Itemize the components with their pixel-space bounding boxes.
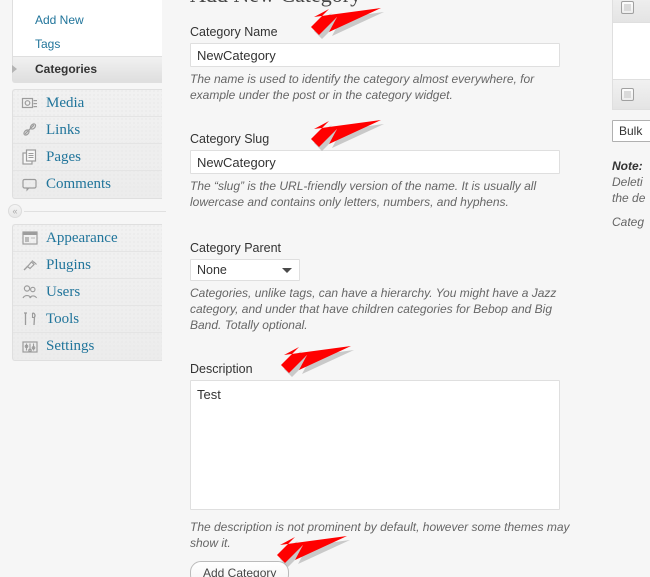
field-category-name: Category Name The name is used to identi… <box>190 24 572 103</box>
description-label: Description <box>190 362 253 376</box>
sidebar-item-settings[interactable]: Settings <box>13 333 162 360</box>
page-title: Add New Category <box>190 0 361 8</box>
note-line-1: Deleti <box>612 175 643 189</box>
posts-submenu: Edit Add New Tags Categories <box>12 0 162 83</box>
sidebar-subitem-categories[interactable]: Categories <box>12 56 162 82</box>
category-name-input[interactable] <box>190 43 560 67</box>
sidebar-item-plugins[interactable]: Plugins <box>13 252 162 279</box>
sidebar-item-label: Settings <box>46 338 95 354</box>
screen-root: Edit Add New Tags Categories <box>0 0 650 577</box>
admin-sidebar: Edit Add New Tags Categories <box>0 0 170 577</box>
field-description: Description Test The description is not … <box>190 361 572 551</box>
table-body <box>613 23 650 79</box>
categories-table <box>612 0 650 110</box>
settings-icon <box>21 338 39 356</box>
add-category-button[interactable]: Add Category <box>190 561 290 577</box>
sidebar-item-pages[interactable]: Pages <box>13 144 162 171</box>
category-name-label: Category Name <box>190 25 278 39</box>
sidebar-item-appearance[interactable]: Appearance <box>13 225 162 252</box>
sidebar-subitem-add-new[interactable]: Add New <box>13 8 162 32</box>
appearance-icon <box>21 229 39 247</box>
category-parent-select-wrap: None <box>190 259 300 281</box>
sidebar-subitem-tags[interactable]: Tags <box>13 32 162 56</box>
submit-row: Add Category <box>190 561 290 577</box>
category-slug-help: The “slug” is the URL-friendly version o… <box>190 179 537 209</box>
category-slug-input[interactable] <box>190 150 560 174</box>
note-line-3: Categ <box>612 215 645 229</box>
bulk-actions-select[interactable]: Bulk <box>612 120 650 142</box>
category-slug-label: Category Slug <box>190 132 270 146</box>
sidebar-item-label: Media <box>46 94 85 111</box>
sidebar-item-label: Users <box>46 283 81 300</box>
note-title: Note: <box>612 159 643 173</box>
category-parent-label: Category Parent <box>190 241 282 255</box>
sidebar-item-label: Comments <box>46 176 112 192</box>
sidebar-item-tools[interactable]: Tools <box>13 306 162 333</box>
comments-icon <box>21 176 39 194</box>
sidebar-item-label: Appearance <box>46 229 118 246</box>
category-name-help: The name is used to identify the categor… <box>190 72 535 102</box>
plugins-icon <box>21 256 39 274</box>
note-line-2: the de <box>612 191 646 205</box>
sidebar-item-media[interactable]: Media <box>13 90 162 117</box>
sidebar-subitem-edit[interactable]: Edit <box>13 0 162 8</box>
table-footer-row <box>613 79 650 109</box>
category-parent-help: Categories, unlike tags, can have a hier… <box>190 286 557 332</box>
bulk-actions-label: Bulk <box>619 124 643 138</box>
media-icon <box>21 94 39 112</box>
sidebar-item-label: Pages <box>46 148 81 165</box>
collapse-menu-row[interactable]: « <box>8 202 166 220</box>
category-parent-select[interactable]: None <box>190 259 300 281</box>
sidebar-subitem-label: Tags <box>35 37 61 51</box>
collapse-menu-icon[interactable]: « <box>8 204 22 218</box>
pages-icon <box>21 148 39 166</box>
sidebar-subitem-label: Categories <box>35 62 98 76</box>
note-block: Note: Deleti the de Categ <box>612 158 650 230</box>
sidebar-item-label: Tools <box>46 310 80 327</box>
field-category-slug: Category Slug The “slug” is the URL-frie… <box>190 131 572 210</box>
link-icon <box>21 121 39 139</box>
sidebar-item-label: Links <box>46 121 81 138</box>
sidebar-item-label: Plugins <box>46 256 92 273</box>
tools-icon <box>21 310 39 328</box>
field-category-parent: Category Parent None Categories, unlike … <box>190 240 572 333</box>
users-icon <box>21 283 39 301</box>
description-help: The description is not prominent by defa… <box>190 520 570 550</box>
divider <box>24 210 166 212</box>
sidebar-group-system: Appearance Plugins Users Tools Settings <box>12 224 162 361</box>
select-all-checkbox[interactable] <box>621 1 634 14</box>
sidebar-item-links[interactable]: Links <box>13 117 162 144</box>
sidebar-item-comments[interactable]: Comments <box>13 171 162 198</box>
categories-list-panel: Bulk Note: Deleti the de Categ <box>612 0 650 230</box>
select-all-checkbox-footer[interactable] <box>621 88 634 101</box>
sidebar-subitem-label: Add New <box>35 13 84 27</box>
sidebar-item-users[interactable]: Users <box>13 279 162 306</box>
sidebar-subitem-label: Edit <box>35 0 56 3</box>
description-textarea[interactable]: Test <box>190 380 560 510</box>
sidebar-group-content: Media Links Pages Comments <box>12 89 162 199</box>
table-header-row <box>613 0 650 23</box>
